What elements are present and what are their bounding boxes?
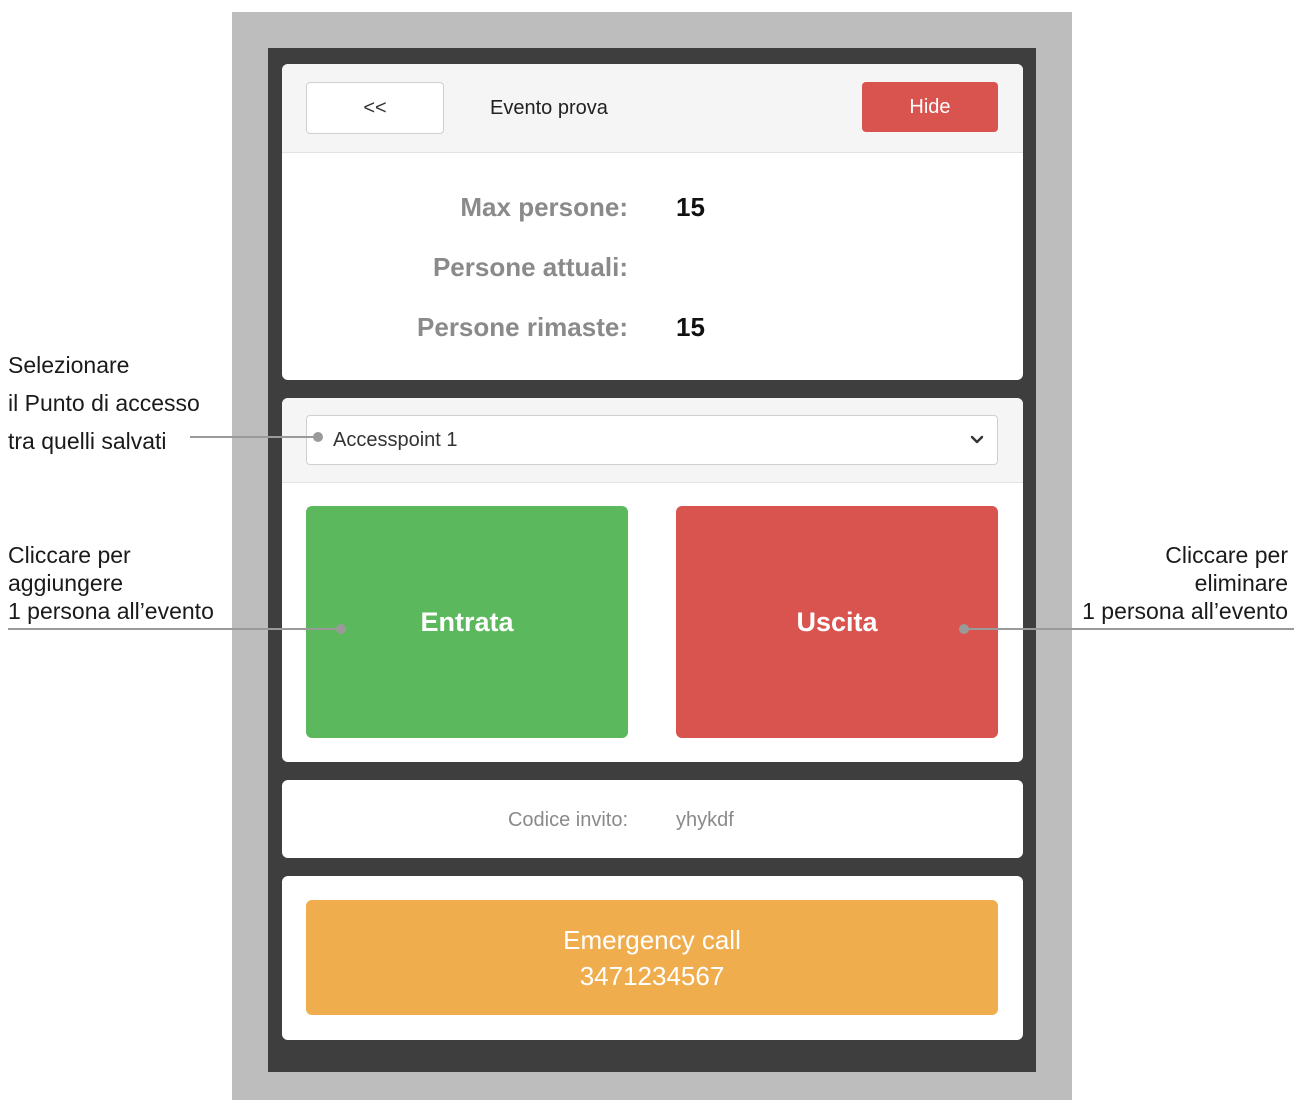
annotation-entrata-leader	[8, 628, 342, 630]
access-point-select[interactable]: Accesspoint 1	[306, 415, 998, 465]
annotation-uscita-line-3: 1 persona all’evento	[1082, 598, 1288, 624]
remaining-persons-label: Persone rimaste:	[417, 312, 628, 342]
emergency-call-button[interactable]: Emergency call 3471234567	[306, 900, 998, 1015]
event-header-bar: << Evento prova Hide	[282, 64, 1023, 153]
max-persons-value: 15	[676, 192, 705, 222]
access-control-card: Accesspoint 1 Entrata Uscita	[282, 398, 1023, 762]
access-point-selected: Accesspoint 1	[333, 429, 458, 451]
annotation-select-dot	[313, 432, 323, 442]
annotation-select-leader	[190, 436, 318, 438]
annotation-uscita-dot	[959, 624, 969, 634]
emergency-card: Emergency call 3471234567	[282, 876, 1023, 1040]
annotation-uscita-line-1: Cliccare per	[1165, 542, 1288, 568]
hide-button[interactable]: Hide	[862, 82, 998, 132]
invite-code-label: Codice invito:	[507, 809, 628, 831]
event-title: Evento prova	[490, 97, 608, 119]
annotation-entrata-dot	[336, 624, 346, 634]
entrata-button[interactable]: Entrata	[306, 506, 628, 738]
annotation-entrata-line-1: Cliccare per	[8, 542, 131, 568]
annotation-entrata: Cliccare per aggiungere 1 persona all’ev…	[8, 541, 214, 625]
max-persons-label: Max persone:	[460, 192, 628, 222]
remaining-persons-value: 15	[676, 312, 705, 342]
annotation-select-line-3: tra quelli salvati	[8, 428, 167, 454]
annotation-entrata-line-2: aggiungere	[8, 570, 124, 596]
emergency-call-title: Emergency call	[563, 924, 741, 955]
invite-code-card: Codice invito: yhykdf	[282, 780, 1023, 858]
annotation-select: Selezionare il Punto di accesso tra quel…	[8, 346, 200, 460]
annotation-uscita-line-2: eliminare	[1194, 570, 1288, 596]
uscita-button[interactable]: Uscita	[676, 506, 998, 738]
chevron-down-icon	[970, 435, 984, 444]
event-info-card: << Evento prova Hide Max persone: 15 Per…	[282, 64, 1023, 380]
invite-code-value: yhykdf	[676, 809, 734, 831]
back-button[interactable]: <<	[306, 82, 444, 134]
annotation-select-line-2: il Punto di accesso	[8, 390, 200, 416]
annotation-select-line-1: Selezionare	[8, 352, 130, 378]
annotation-entrata-line-3: 1 persona all’evento	[8, 598, 214, 624]
annotation-uscita-leader	[964, 628, 1294, 630]
annotation-uscita: Cliccare per eliminare 1 persona all’eve…	[1082, 541, 1288, 625]
current-persons-label: Persone attuali:	[432, 252, 628, 282]
access-point-bar: Accesspoint 1	[282, 398, 1023, 483]
emergency-call-number: 3471234567	[579, 960, 725, 991]
